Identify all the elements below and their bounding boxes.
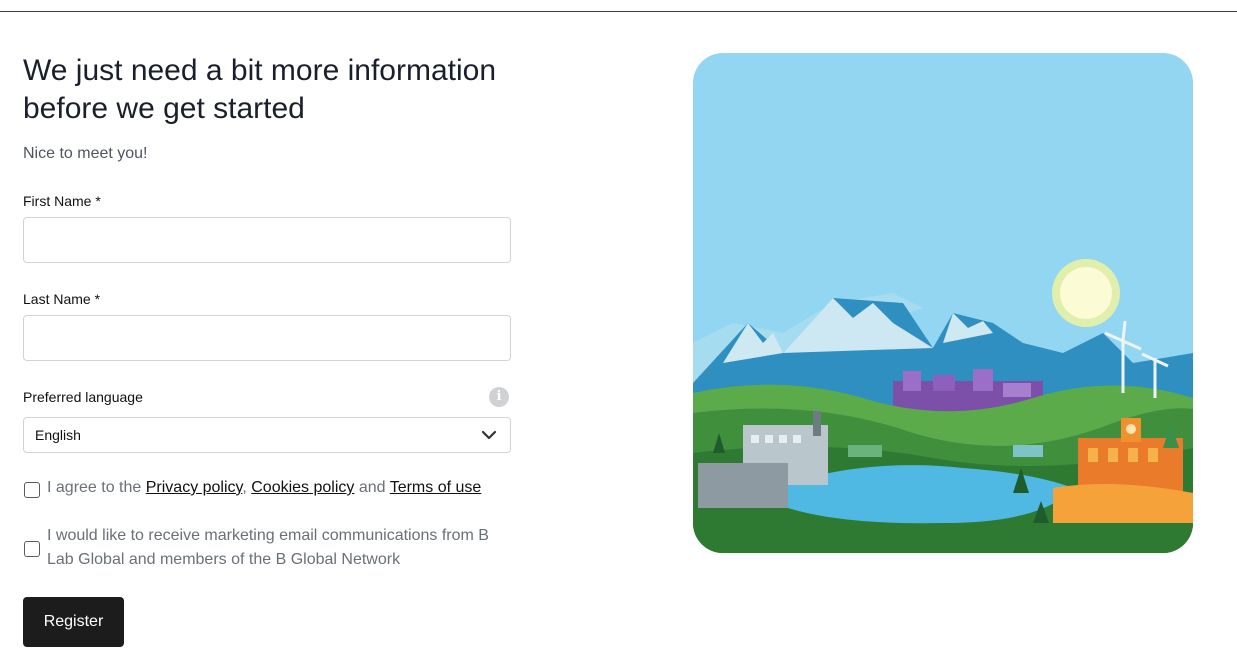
language-label: Preferred language: [23, 389, 143, 405]
registration-form: We just need a bit more information befo…: [23, 52, 511, 647]
language-selected-value: English: [35, 427, 81, 443]
privacy-policy-link[interactable]: Privacy policy: [146, 479, 243, 496]
separator-text: ,: [242, 479, 252, 496]
agree-terms-checkbox[interactable]: [24, 482, 40, 498]
first-name-label: First Name *: [23, 193, 101, 209]
first-name-field[interactable]: [23, 217, 511, 263]
chevron-down-icon: [481, 430, 497, 440]
marketing-checkbox[interactable]: [24, 541, 40, 557]
landscape-illustration: [693, 53, 1193, 553]
cookies-policy-link[interactable]: Cookies policy: [251, 479, 354, 496]
info-icon[interactable]: i: [489, 387, 509, 407]
language-select[interactable]: English: [23, 417, 511, 453]
register-button[interactable]: Register: [23, 597, 124, 647]
last-name-label: Last Name *: [23, 291, 101, 307]
last-name-field[interactable]: [23, 315, 511, 361]
page-title: We just need a bit more information befo…: [23, 54, 497, 125]
agree-terms-text: I agree to the Privacy policy, Cookies p…: [47, 476, 481, 500]
top-border: [0, 11, 1237, 12]
separator-text: and: [354, 479, 390, 496]
page-subtitle: Nice to meet you!: [23, 145, 148, 162]
terms-of-use-link[interactable]: Terms of use: [390, 479, 482, 496]
agree-prefix-text: I agree to the: [47, 479, 146, 496]
city-landscape-image: [693, 53, 1193, 553]
marketing-consent-text: I would like to receive marketing email …: [47, 527, 489, 568]
